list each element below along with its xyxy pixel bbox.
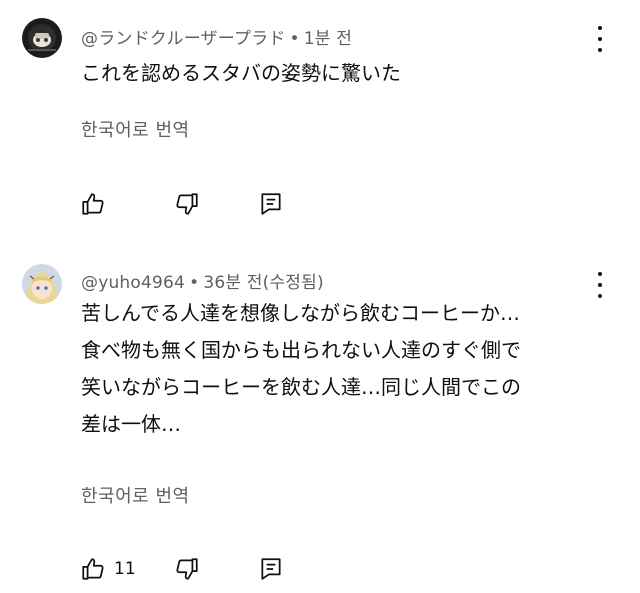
reply-button[interactable] [258,556,284,582]
comment-body: これを認めるスタバの姿勢に驚いた [81,55,601,92]
comment-text-line: 差は一体… [81,412,181,436]
avatar[interactable] [22,264,62,304]
more-vertical-icon [598,26,602,30]
comment-actions [0,191,640,221]
comment-text-line: これを認めるスタバの姿勢に驚いた [81,61,401,85]
thumb-up-icon [82,193,104,215]
comment-text-line: 食べ物も無く国からも出られない人達のすぐ側で [81,338,521,362]
comment-meta: @ランドクルーザープラド • 1분 전 [81,24,352,49]
thumb-down-icon [176,193,198,215]
comment-meta: @yuho4964 • 36분 전(수정됨) [81,268,324,293]
comment-body: 苦しんでる人達を想像しながら飲むコーヒーか… 食べ物も無く国からも出られない人達… [81,295,601,443]
like-count: 11 [114,559,136,579]
thumb-up-icon [82,558,104,580]
comment-menu-button[interactable] [588,272,612,298]
like-button[interactable] [80,556,106,582]
sticker-avatar-icon [22,18,62,58]
reply-comment-icon [261,558,281,580]
comment-author[interactable]: @yuho4964 [81,273,185,293]
comment-actions: 11 [0,556,640,586]
comment-time[interactable]: 36분 전(수정됨) [203,273,324,293]
meta-separator: • [189,273,200,293]
more-vertical-icon-dot [598,294,602,298]
dislike-button[interactable] [174,191,200,217]
reply-comment-icon [261,193,281,215]
more-vertical-icon-dot [598,283,602,287]
comment-time[interactable]: 1분 전 [304,29,352,49]
comment-author[interactable]: @ランドクルーザープラド [81,29,286,49]
reply-button[interactable] [258,191,284,217]
meta-separator: • [289,29,300,49]
comment-text-line: 苦しんでる人達を想像しながら飲むコーヒーか… [81,301,520,325]
thumb-down-icon [176,558,198,580]
avatar[interactable] [22,18,62,58]
anime-avatar-icon [22,264,62,304]
more-vertical-icon-dot [598,48,602,52]
translate-button[interactable]: 한국어로 번역 [81,116,190,142]
comment-item: @yuho4964 • 36분 전(수정됨) 苦しんでる人達を想像しながら飲むコーヒ… [0,250,640,593]
dislike-button[interactable] [174,556,200,582]
more-vertical-icon-dot [598,37,602,41]
translate-button[interactable]: 한국어로 번역 [81,482,190,508]
comment-item: @ランドクルーザープラド • 1분 전 これを認めるスタバの姿勢に驚いた 한국어로 … [0,0,640,250]
comment-menu-button[interactable] [588,26,612,52]
comment-text-line: 笑いながらコーヒーを飲む人達…同じ人間でこの [81,375,521,399]
like-button[interactable] [80,191,106,217]
more-vertical-icon [598,272,602,276]
